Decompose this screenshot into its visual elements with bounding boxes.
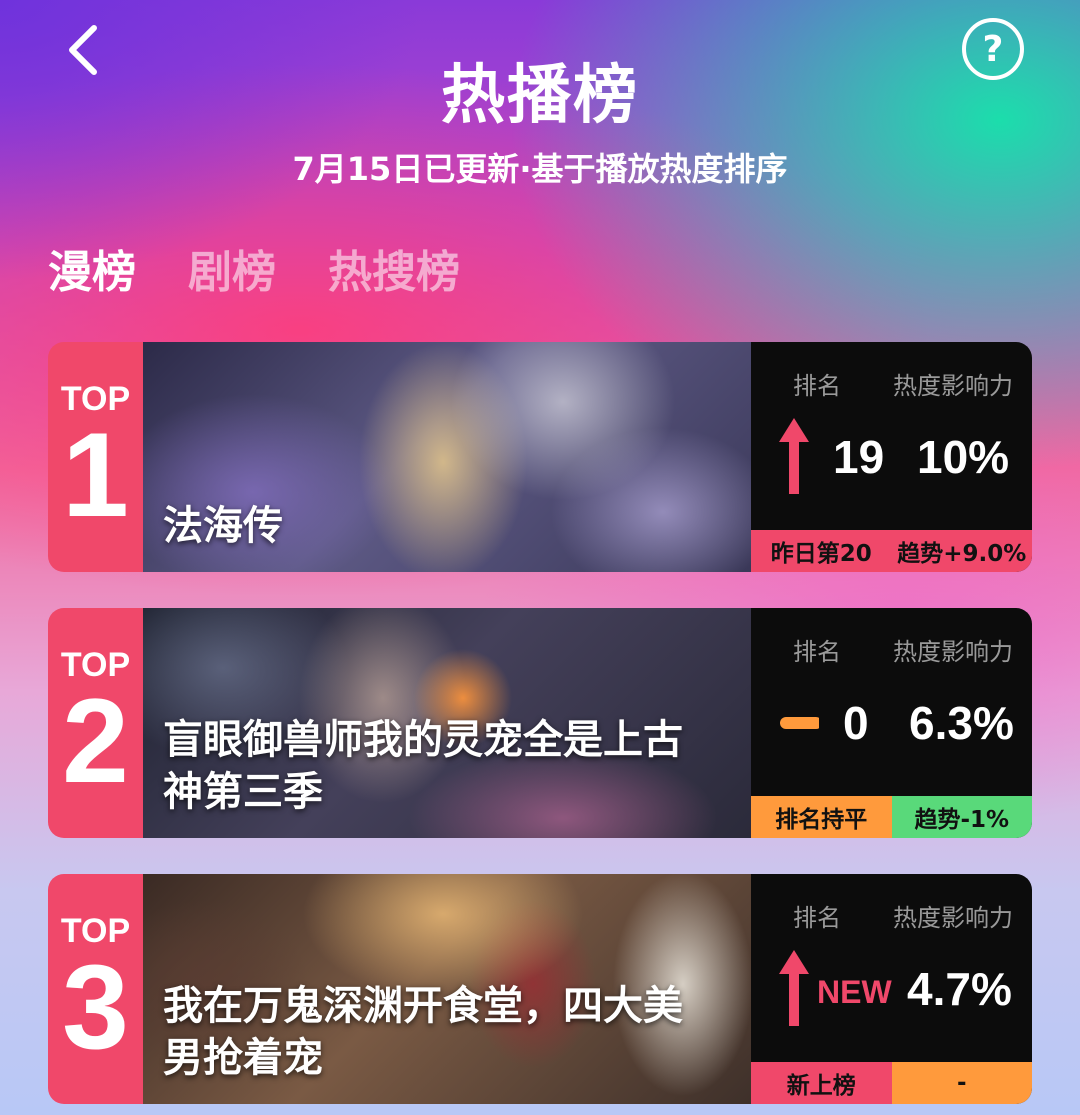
poster-image: 我在万鬼深渊开食堂，四大美男抢着宠 xyxy=(143,874,751,1104)
tab-drama-chart[interactable]: 剧榜 xyxy=(188,236,276,300)
rank-header: 排名 xyxy=(793,372,841,400)
poster-title: 我在万鬼深渊开食堂，四大美男抢着宠 xyxy=(163,983,683,1081)
rank-number: 3 xyxy=(62,940,129,1074)
rank-change-value: 0 xyxy=(843,697,869,749)
rank-badge: TOP 1 xyxy=(48,342,143,572)
dash-flat-icon xyxy=(780,717,819,729)
rank-badge: TOP 3 xyxy=(48,874,143,1104)
heat-header: 热度影响力 xyxy=(893,638,1013,666)
tab-manga-chart[interactable]: 漫榜 xyxy=(48,236,136,300)
poster-title: 法海传 xyxy=(163,503,283,549)
rank-number: 2 xyxy=(62,674,129,808)
new-entry-tag: NEW xyxy=(817,974,892,1010)
heat-value: 6.3% xyxy=(909,697,1014,749)
arrow-up-icon xyxy=(779,418,809,494)
heat-header: 热度影响力 xyxy=(893,904,1013,932)
yesterday-rank-badge: 昨日第20 xyxy=(751,530,892,572)
poster-image: 法海传 xyxy=(143,342,751,572)
heat-value: 10% xyxy=(917,431,1010,483)
page-title: 热播榜 xyxy=(441,59,639,133)
poster-image: 盲眼御兽师我的灵宠全是上古神第三季 xyxy=(143,608,751,838)
rank-change-value: 19 xyxy=(833,431,885,483)
ranking-card-3[interactable]: TOP 3 我在万鬼深渊开食堂，四大美男抢着宠 排名 热度影响力 NEW 4.7… xyxy=(48,874,1032,1104)
arrow-up-icon xyxy=(779,950,809,1026)
poster-title: 盲眼御兽师我的灵宠全是上古神第三季 xyxy=(163,717,683,815)
new-entry-badge: 新上榜 xyxy=(751,1062,892,1104)
stats-panel: 排名 热度影响力 NEW 4.7% 新上榜 - xyxy=(751,874,1032,1104)
stats-panel: 排名 热度影响力 19 10% 昨日第20 趋势+9.0% xyxy=(751,342,1032,572)
page-subtitle: 7月15日已更新·基于播放热度排序 xyxy=(292,150,788,188)
rank-header: 排名 xyxy=(793,904,841,932)
yesterday-rank-badge: 排名持平 xyxy=(751,796,892,838)
trend-badge: 趋势+9.0% xyxy=(891,530,1032,572)
rank-number: 1 xyxy=(62,408,129,542)
ranking-card-1[interactable]: TOP 1 法海传 排名 热度影响力 19 10% 昨日第20 趋势+9.0% xyxy=(48,342,1032,572)
ranking-card-2[interactable]: TOP 2 盲眼御兽师我的灵宠全是上古神第三季 排名 热度影响力 0 6.3% … xyxy=(48,608,1032,838)
tab-hot-search-chart[interactable]: 热搜榜 xyxy=(328,236,460,300)
trend-badge: 趋势-1% xyxy=(891,796,1032,838)
heat-header: 热度影响力 xyxy=(893,372,1013,400)
rank-header: 排名 xyxy=(793,638,841,666)
heat-value: 4.7% xyxy=(907,963,1012,1015)
stats-panel: 排名 热度影响力 0 6.3% 排名持平 趋势-1% xyxy=(751,608,1032,838)
trend-badge: - xyxy=(891,1062,1032,1104)
rank-badge: TOP 2 xyxy=(48,608,143,838)
tab-bar: 漫榜 剧榜 热搜榜 xyxy=(48,236,460,300)
